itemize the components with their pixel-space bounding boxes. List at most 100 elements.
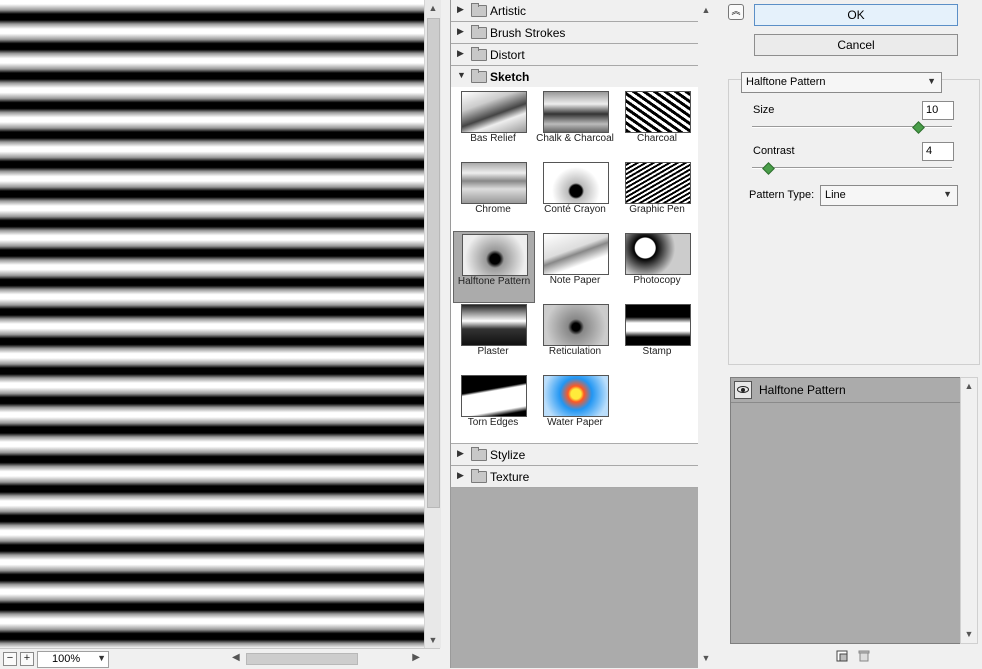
scroll-left-icon[interactable]: ◀ [232, 652, 240, 663]
filter-thumbnail-cont-crayon[interactable]: Conté Crayon [535, 160, 615, 230]
folder-icon [471, 447, 487, 461]
category-label: Stylize [490, 448, 526, 462]
filter-thumbnail-image [625, 91, 691, 133]
pattern-type-select[interactable]: Line ▼ [820, 185, 958, 206]
filter-thumbnail-chalk-charcoal[interactable]: Chalk & Charcoal [535, 89, 615, 159]
collapse-gallery-button[interactable]: ︽ [728, 4, 744, 20]
filter-thumbnail-chrome[interactable]: Chrome [453, 160, 533, 230]
scroll-up-icon[interactable]: ▲ [698, 2, 714, 18]
category-label: Distort [490, 48, 525, 62]
zoom-out-button[interactable]: − [3, 652, 17, 666]
ok-button[interactable]: OK [754, 4, 958, 26]
filter-thumbnail-label: Torn Edges [467, 417, 519, 428]
filter-thumbnail-label: Photocopy [633, 275, 681, 286]
filter-thumbnail-image [543, 304, 609, 346]
folder-icon [471, 3, 487, 17]
scroll-up-icon[interactable]: ▲ [961, 378, 977, 394]
new-layer-icon[interactable] [836, 650, 848, 662]
filter-thumbnail-label: Charcoal [636, 133, 678, 144]
category-stylize[interactable]: ▶ Stylize [451, 444, 699, 466]
filter-thumbnail-graphic-pen[interactable]: Graphic Pen [617, 160, 697, 230]
filter-thumbnail-label: Water Paper [547, 417, 603, 428]
scroll-up-icon[interactable]: ▲ [425, 0, 441, 16]
filter-thumbnail-image [543, 233, 609, 275]
filter-thumbnail-torn-edges[interactable]: Torn Edges [453, 373, 533, 443]
filter-thumbnail-label: Bas Relief [470, 133, 516, 144]
filter-thumbnail-stamp[interactable]: Stamp [617, 302, 697, 372]
size-input[interactable]: 10 [922, 101, 954, 120]
gallery-scrollbar[interactable]: ▲ ▼ [698, 0, 712, 668]
preview-vertical-scrollbar[interactable]: ▲ ▼ [424, 0, 441, 648]
double-chevron-up-icon: ︽ [731, 6, 741, 16]
filter-thumbnail-halftone-pattern[interactable]: Halftone Pattern [453, 231, 535, 303]
preview-horizontal-scrollbar[interactable]: ◀ ▶ [230, 652, 422, 665]
category-brush-strokes[interactable]: ▶ Brush Strokes [451, 22, 699, 44]
filter-thumbnail-label: Graphic Pen [629, 204, 685, 215]
filter-thumbnail-charcoal[interactable]: Charcoal [617, 89, 697, 159]
trash-icon[interactable] [858, 650, 870, 662]
filter-select[interactable]: Halftone Pattern ▼ [741, 72, 942, 93]
filter-thumbnail-bas-relief[interactable]: Bas Relief [453, 89, 533, 159]
filter-thumbnail-label: Note Paper [549, 275, 601, 286]
filter-thumbnail-label: Stamp [642, 346, 672, 357]
scroll-right-icon[interactable]: ▶ [412, 652, 420, 663]
contrast-input[interactable]: 4 [922, 142, 954, 161]
folder-icon [471, 469, 487, 483]
expand-triangle-icon: ▶ [457, 4, 464, 14]
zoom-in-button[interactable]: + [20, 652, 34, 666]
scrollbar-thumb[interactable] [246, 653, 358, 665]
expand-triangle-icon: ▶ [457, 448, 464, 458]
folder-open-icon [471, 69, 487, 83]
filter-thumbnail-label: Plaster [477, 346, 509, 357]
scrollbar-thumb[interactable] [427, 18, 440, 508]
category-texture[interactable]: ▶ Texture [451, 466, 699, 488]
contrast-label: Contrast [753, 145, 795, 157]
filter-thumbnail-plaster[interactable]: Plaster [453, 302, 533, 372]
category-distort[interactable]: ▶ Distort [451, 44, 699, 66]
cancel-button[interactable]: Cancel [754, 34, 958, 56]
effect-layer-name: Halftone Pattern [759, 383, 846, 397]
filter-thumbnail-image [461, 375, 527, 417]
filter-thumbnail-reticulation[interactable]: Reticulation [535, 302, 615, 372]
filter-gallery: ▶ Artistic ▶ Brush Strokes ▶ Distort ▼ S… [450, 0, 700, 668]
scroll-down-icon[interactable]: ▼ [425, 632, 441, 648]
scroll-down-icon[interactable]: ▼ [698, 650, 714, 666]
size-label: Size [753, 104, 775, 116]
filter-thumbnail-label: Reticulation [548, 346, 602, 357]
pattern-type-value: Line [825, 189, 846, 201]
category-label: Brush Strokes [490, 26, 566, 40]
filter-thumbnail-label: Chrome [475, 204, 511, 215]
layers-scrollbar[interactable]: ▲ ▼ [960, 377, 978, 644]
contrast-slider-track[interactable] [752, 167, 952, 169]
category-sketch[interactable]: ▼ Sketch [451, 66, 699, 88]
collapse-triangle-icon: ▼ [457, 70, 466, 80]
filter-thumbnail-image [461, 91, 527, 133]
chevron-down-icon: ▼ [943, 189, 952, 199]
category-label: Artistic [490, 4, 526, 18]
folder-icon [471, 47, 487, 61]
pattern-type-label: Pattern Type: [749, 189, 815, 201]
expand-triangle-icon: ▶ [457, 26, 464, 36]
filter-select-value: Halftone Pattern [746, 76, 826, 88]
category-label: Texture [490, 470, 530, 484]
filter-thumbnail-image [461, 162, 527, 204]
filter-thumbnail-photocopy[interactable]: Photocopy [617, 231, 697, 301]
sketch-filter-grid: Bas Relief Chalk & Charcoal Charcoal Chrome… [451, 87, 699, 443]
eye-icon[interactable] [734, 381, 752, 399]
expand-triangle-icon: ▶ [457, 470, 464, 480]
filter-thumbnail-note-paper[interactable]: Note Paper [535, 231, 615, 301]
effect-layer-row[interactable]: Halftone Pattern [731, 378, 961, 403]
filter-preview-canvas[interactable] [0, 0, 424, 648]
filter-thumbnail-image [461, 304, 527, 346]
zoom-value: 100% [52, 653, 81, 665]
zoom-select[interactable]: 100% ▼ [37, 651, 109, 668]
filter-thumbnail-label: Conté Crayon [544, 204, 606, 215]
category-artistic[interactable]: ▶ Artistic [451, 0, 699, 22]
chevron-down-icon: ▼ [927, 76, 936, 86]
category-label: Sketch [490, 70, 530, 84]
scroll-down-icon[interactable]: ▼ [961, 626, 977, 642]
plus-icon: + [23, 652, 31, 664]
filter-thumbnail-label: Halftone Pattern [457, 276, 531, 287]
filter-thumbnail-water-paper[interactable]: Water Paper [535, 373, 615, 443]
effect-layers-list: Halftone Pattern [730, 377, 962, 644]
